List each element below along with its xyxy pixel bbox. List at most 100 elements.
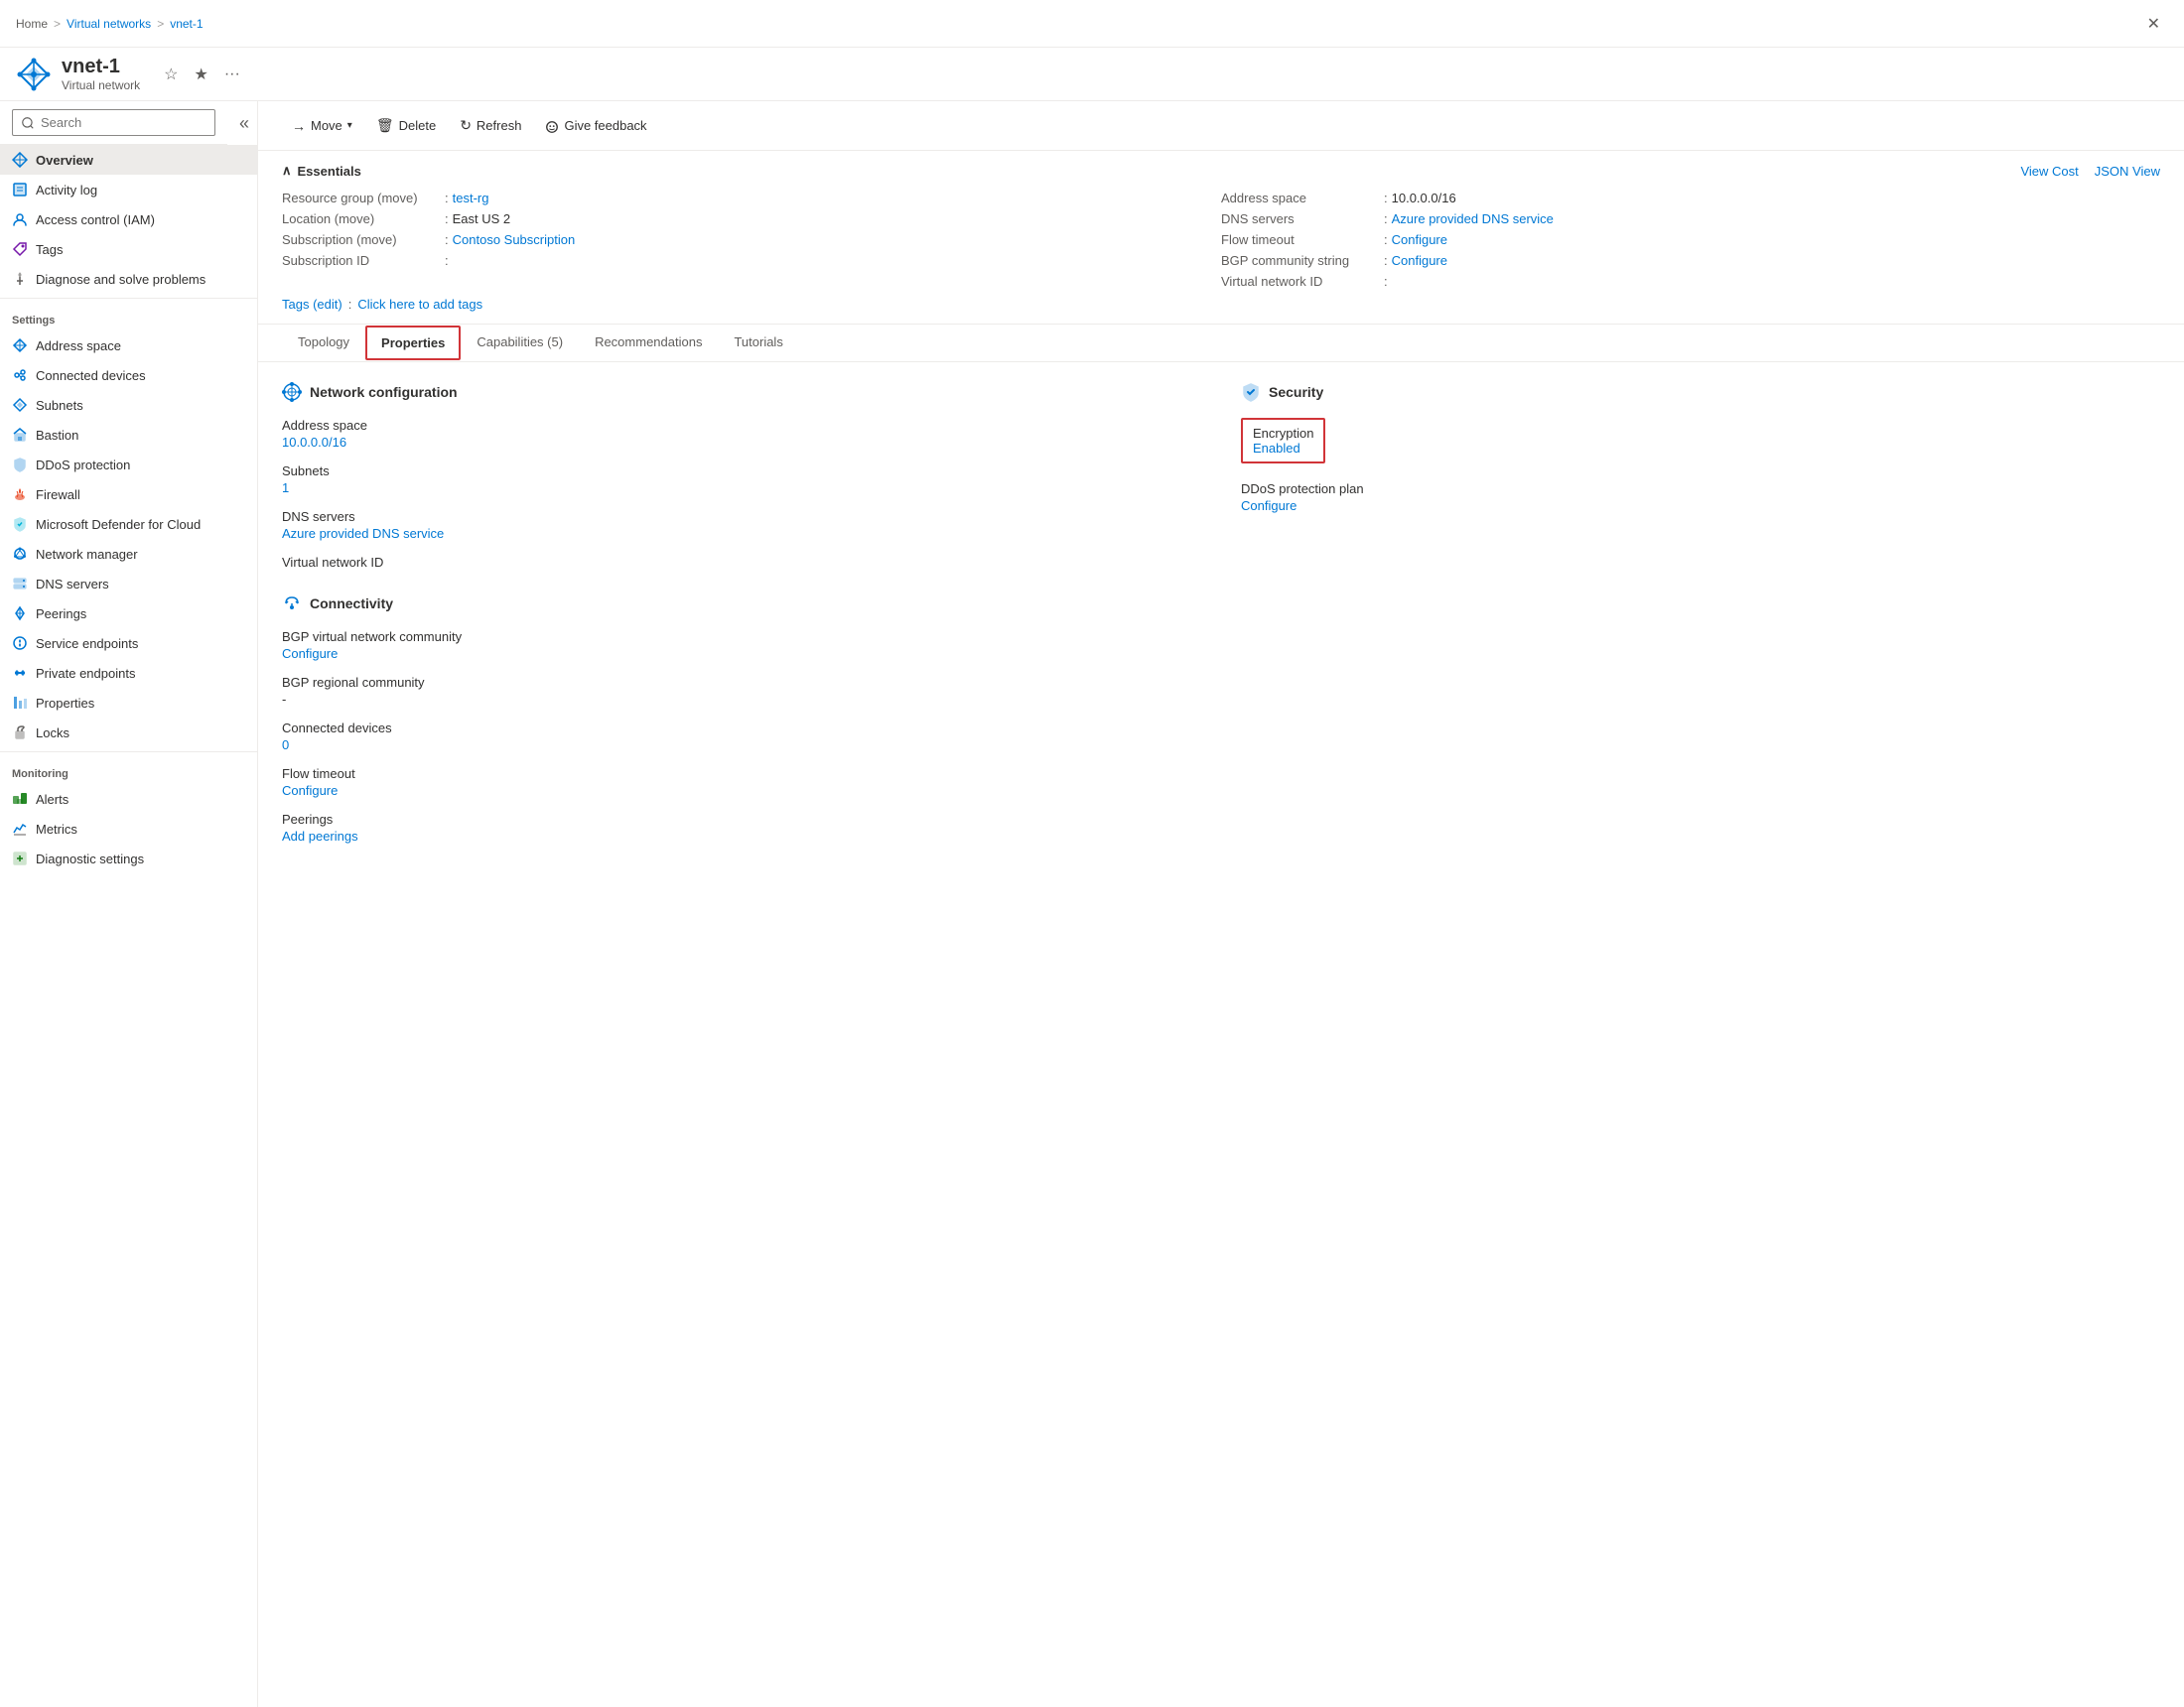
sidebar-item-alerts[interactable]: Alerts [0,784,257,814]
tab-capabilities[interactable]: Capabilities (5) [461,325,579,361]
prop-bgp-community-value[interactable]: Configure [282,646,1201,661]
prop-address-space-value[interactable]: 10.0.0.0/16 [282,435,1201,450]
dns-servers-icon [12,576,28,591]
feedback-button[interactable]: Give feedback [535,111,656,139]
essentials-location-row: Location (move) : East US 2 [282,211,1221,226]
sidebar-bastion-label: Bastion [36,428,78,443]
prop-peerings-value[interactable]: Add peerings [282,829,1201,844]
resource-group-link[interactable]: test-rg [453,191,489,205]
bgp-community-ess-link[interactable]: Configure [1392,253,1447,268]
delete-label: Delete [399,118,437,133]
flow-timeout-ess-link[interactable]: Configure [1392,232,1447,247]
sidebar-item-access-control[interactable]: Access control (IAM) [0,204,257,234]
subscription-link[interactable]: Contoso Subscription [453,232,576,247]
prop-ddos-plan-label: DDoS protection plan [1241,481,2160,496]
resource-title-group: vnet-1 Virtual network [62,56,140,92]
security-title-text: Security [1269,384,1323,400]
tab-properties[interactable]: Properties [365,326,461,360]
sidebar-search-row: « [0,101,257,145]
feedback-label: Give feedback [564,118,646,133]
sidebar-item-address-space[interactable]: Address space [0,330,257,360]
tags-add-link[interactable]: Click here to add tags [357,297,482,312]
prop-dns-servers-value[interactable]: Azure provided DNS service [282,526,1201,541]
security-column: Security Encryption Enabled DDoS protect… [1241,382,2160,857]
sidebar-overview-label: Overview [36,153,93,168]
sidebar-item-connected-devices[interactable]: Connected devices [0,360,257,390]
favorite-button[interactable]: ★ [191,61,212,88]
essentials-title[interactable]: ∧ Essentials [282,163,361,179]
sidebar-item-properties[interactable]: Properties [0,688,257,718]
sidebar-item-peerings[interactable]: Peerings [0,598,257,628]
prop-ddos-plan-value[interactable]: Configure [1241,498,2160,513]
top-bar: Home > Virtual networks > vnet-1 ✕ [0,0,2184,48]
tab-tutorials[interactable]: Tutorials [718,325,798,361]
breadcrumb-virtual-networks[interactable]: Virtual networks [67,17,151,31]
view-cost-link[interactable]: View Cost [2020,164,2078,179]
sidebar-item-overview[interactable]: Overview [0,145,257,175]
sidebar-item-diagnose[interactable]: Diagnose and solve problems [0,264,257,294]
prop-bgp-community: BGP virtual network community Configure [282,629,1201,661]
essentials-actions: View Cost JSON View [2020,164,2160,179]
breadcrumb-sep1: > [54,17,61,31]
tabs-bar: Topology Properties Capabilities (5) Rec… [258,325,2184,362]
prop-peerings-label: Peerings [282,812,1201,827]
essentials-resource-group-row: Resource group (move) : test-rg [282,191,1221,205]
encryption-value[interactable]: Enabled [1253,441,1313,456]
pin-button[interactable]: ☆ [160,61,182,88]
prop-flow-timeout-value[interactable]: Configure [282,783,1201,798]
sidebar-activity-log-label: Activity log [36,183,97,197]
sidebar-diagnose-label: Diagnose and solve problems [36,272,205,287]
prop-connected-devices-value[interactable]: 0 [282,737,1201,752]
search-input[interactable] [12,109,215,136]
essentials-section: ∧ Essentials View Cost JSON View Resourc… [258,151,2184,325]
prop-ddos-plan: DDoS protection plan Configure [1241,481,2160,513]
move-dropdown-icon: ▾ [347,120,352,131]
sidebar-item-private-endpoints[interactable]: Private endpoints [0,658,257,688]
settings-section-label: Settings [0,303,257,330]
sidebar-item-bastion[interactable]: Bastion [0,420,257,450]
prop-dns-servers-label: DNS servers [282,509,1201,524]
refresh-label: Refresh [477,118,522,133]
breadcrumb-home[interactable]: Home [16,17,48,31]
alerts-icon [12,791,28,807]
delete-button[interactable]: 🗑 Delete [366,111,446,140]
sidebar-item-locks[interactable]: Locks [0,718,257,747]
prop-connected-devices-label: Connected devices [282,721,1201,735]
essentials-title-text: Essentials [298,164,361,179]
defender-icon [12,516,28,532]
sidebar-service-endpoints-label: Service endpoints [36,636,138,651]
tab-topology[interactable]: Topology [282,325,365,361]
sidebar-item-defender[interactable]: Microsoft Defender for Cloud [0,509,257,539]
sidebar-firewall-label: Firewall [36,487,80,502]
address-space-icon [12,337,28,353]
close-button[interactable]: ✕ [2139,10,2168,38]
tags-edit-link[interactable]: Tags (edit) [282,297,342,312]
network-manager-icon [12,546,28,562]
sidebar-collapse-button[interactable]: « [231,109,257,138]
connected-devices-icon [12,367,28,383]
sidebar: « Overview Activity l [0,101,258,1707]
sidebar-item-network-manager[interactable]: Network manager [0,539,257,569]
sidebar-item-tags[interactable]: Tags [0,234,257,264]
prop-subnets-value[interactable]: 1 [282,480,1201,495]
sidebar-item-subnets[interactable]: Subnets [0,390,257,420]
tags-row: Tags (edit) : Click here to add tags [282,297,2160,312]
sidebar-item-service-endpoints[interactable]: Service endpoints [0,628,257,658]
overview-icon [12,152,28,168]
more-button[interactable]: ··· [220,62,244,87]
sidebar-item-ddos-protection[interactable]: DDoS protection [0,450,257,479]
move-button[interactable]: → Move ▾ [282,112,362,140]
refresh-button[interactable]: ↻ Refresh [450,111,531,140]
prop-subnets-label: Subnets [282,463,1201,478]
sidebar-item-firewall[interactable]: Firewall [0,479,257,509]
prop-flow-timeout-label: Flow timeout [282,766,1201,781]
dns-servers-ess-link[interactable]: Azure provided DNS service [1392,211,1554,226]
sidebar-item-diagnostic-settings[interactable]: Diagnostic settings [0,844,257,873]
sidebar-item-dns-servers[interactable]: DNS servers [0,569,257,598]
sidebar-defender-label: Microsoft Defender for Cloud [36,517,201,532]
json-view-link[interactable]: JSON View [2095,164,2160,179]
sidebar-item-metrics[interactable]: Metrics [0,814,257,844]
essentials-col-right: Address space : 10.0.0.0/16 DNS servers … [1221,191,2160,289]
sidebar-item-activity-log[interactable]: Activity log [0,175,257,204]
tab-recommendations[interactable]: Recommendations [579,325,718,361]
